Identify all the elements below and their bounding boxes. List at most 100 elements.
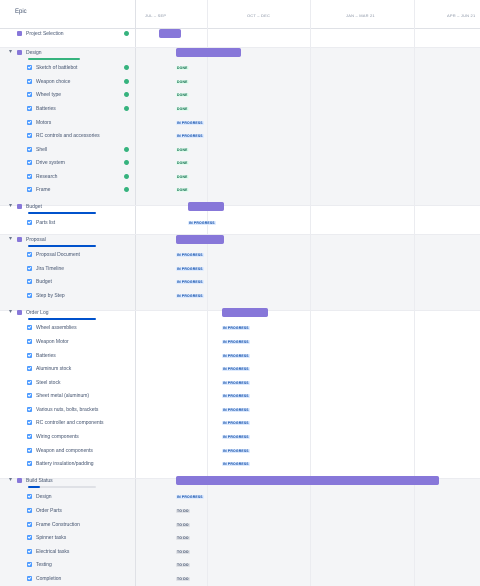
status-lozenge-in-progress[interactable]: IN PROGRESS — [176, 280, 204, 284]
status-lozenge-done[interactable]: DONE — [176, 188, 189, 192]
task-row[interactable]: Budget IN PROGRESS — [0, 276, 480, 288]
task-label[interactable]: Frame Construction — [36, 522, 80, 528]
epic-label[interactable]: Build Status — [26, 478, 53, 484]
task-label[interactable]: Step by Step — [36, 293, 65, 299]
epic-row[interactable]: ▾ Build Status — [0, 475, 480, 488]
epic-timeline-bar[interactable] — [176, 476, 439, 485]
status-lozenge-in-progress[interactable]: IN PROGRESS — [222, 449, 250, 453]
task-label[interactable]: Order Parts — [36, 508, 62, 514]
status-lozenge-done[interactable]: DONE — [176, 107, 189, 111]
chevron-down-icon[interactable]: ▾ — [9, 203, 12, 209]
task-row[interactable]: Weapon choice DONE — [0, 76, 480, 88]
task-label[interactable]: Frame — [36, 187, 50, 193]
status-lozenge-todo[interactable]: TO DO — [176, 536, 190, 540]
task-row[interactable]: Parts list IN PROGRESS — [0, 217, 480, 229]
epic-timeline-bar[interactable] — [188, 202, 224, 211]
chevron-down-icon[interactable]: ▾ — [9, 49, 12, 55]
task-label[interactable]: RC controls and accessories — [36, 133, 100, 139]
task-row[interactable]: Electrical tasks TO DO — [0, 546, 480, 558]
task-label[interactable]: Testing — [36, 562, 52, 568]
status-lozenge-in-progress[interactable]: IN PROGRESS — [222, 435, 250, 439]
status-lozenge-in-progress[interactable]: IN PROGRESS — [176, 134, 204, 138]
epic-row[interactable]: ▾ Design — [0, 47, 480, 60]
task-row[interactable]: Motors IN PROGRESS — [0, 117, 480, 129]
status-lozenge-done[interactable]: DONE — [176, 66, 189, 70]
task-label[interactable]: Batteries — [36, 353, 56, 359]
task-label[interactable]: RC controller and components — [36, 420, 104, 426]
epic-label[interactable]: Proposal — [26, 237, 46, 243]
status-lozenge-in-progress[interactable]: IN PROGRESS — [222, 354, 250, 358]
task-row[interactable]: Various nuts, bolts, brackets IN PROGRESS — [0, 404, 480, 416]
task-row[interactable]: Wiring components IN PROGRESS — [0, 431, 480, 443]
task-label[interactable]: Design — [36, 494, 52, 500]
status-lozenge-in-progress[interactable]: IN PROGRESS — [222, 367, 250, 371]
task-row[interactable]: Frame Construction TO DO — [0, 519, 480, 531]
task-row[interactable]: Drive system DONE — [0, 157, 480, 169]
task-row[interactable]: Weapon and components IN PROGRESS — [0, 445, 480, 457]
status-lozenge-done[interactable]: DONE — [176, 80, 189, 84]
epic-row[interactable]: ▾ Budget — [0, 201, 480, 214]
task-label[interactable]: Parts list — [36, 220, 55, 226]
task-label[interactable]: Jira Timeline — [36, 266, 64, 272]
task-row[interactable]: Aluminum stock IN PROGRESS — [0, 363, 480, 375]
status-lozenge-todo[interactable]: TO DO — [176, 577, 190, 581]
task-label[interactable]: Spinner tasks — [36, 535, 66, 541]
status-lozenge-todo[interactable]: TO DO — [176, 563, 190, 567]
status-lozenge-in-progress[interactable]: IN PROGRESS — [222, 421, 250, 425]
task-label[interactable]: Proposal Document — [36, 252, 80, 258]
status-lozenge-in-progress[interactable]: IN PROGRESS — [176, 267, 204, 271]
task-label[interactable]: Electrical tasks — [36, 549, 69, 555]
epic-label[interactable]: Design — [26, 50, 42, 56]
status-lozenge-done[interactable]: DONE — [176, 175, 189, 179]
task-row[interactable]: Sketch of battlebot DONE — [0, 62, 480, 74]
task-label[interactable]: Wheel assemblies — [36, 325, 77, 331]
task-label[interactable]: Weapon choice — [36, 79, 70, 85]
status-lozenge-todo[interactable]: TO DO — [176, 550, 190, 554]
task-label[interactable]: Batteries — [36, 106, 56, 112]
task-label[interactable]: Drive system — [36, 160, 65, 166]
status-lozenge-in-progress[interactable]: IN PROGRESS — [222, 381, 250, 385]
task-row[interactable]: RC controls and accessories IN PROGRESS — [0, 130, 480, 142]
task-row[interactable]: Shell DONE — [0, 144, 480, 156]
task-label[interactable]: Wiring components — [36, 434, 79, 440]
epic-label[interactable]: Project Selection — [26, 31, 64, 37]
status-lozenge-in-progress[interactable]: IN PROGRESS — [222, 462, 250, 466]
task-row[interactable]: Design IN PROGRESS — [0, 491, 480, 503]
chevron-down-icon[interactable]: ▾ — [9, 236, 12, 242]
task-label[interactable]: Shell — [36, 147, 47, 153]
task-row[interactable]: Batteries IN PROGRESS — [0, 350, 480, 362]
epic-row[interactable]: ▾ Proposal — [0, 234, 480, 247]
status-lozenge-done[interactable]: DONE — [176, 148, 189, 152]
status-lozenge-todo[interactable]: TO DO — [176, 509, 190, 513]
task-row[interactable]: Completion TO DO — [0, 573, 480, 585]
task-row[interactable]: RC controller and components IN PROGRESS — [0, 417, 480, 429]
task-label[interactable]: Sheet metal (aluminum) — [36, 393, 89, 399]
epic-timeline-bar[interactable] — [159, 29, 181, 38]
task-label[interactable]: Various nuts, bolts, brackets — [36, 407, 98, 413]
task-row[interactable]: Steel stock IN PROGRESS — [0, 377, 480, 389]
status-lozenge-in-progress[interactable]: IN PROGRESS — [176, 294, 204, 298]
task-label[interactable]: Completion — [36, 576, 61, 582]
task-label[interactable]: Motors — [36, 120, 51, 126]
status-lozenge-in-progress[interactable]: IN PROGRESS — [188, 221, 216, 225]
epic-label[interactable]: Budget — [26, 204, 42, 210]
status-lozenge-in-progress[interactable]: IN PROGRESS — [176, 121, 204, 125]
status-lozenge-done[interactable]: DONE — [176, 161, 189, 165]
task-row[interactable]: Spinner tasks TO DO — [0, 532, 480, 544]
status-lozenge-in-progress[interactable]: IN PROGRESS — [222, 394, 250, 398]
task-label[interactable]: Aluminum stock — [36, 366, 71, 372]
status-lozenge-done[interactable]: DONE — [176, 93, 189, 97]
status-lozenge-in-progress[interactable]: IN PROGRESS — [222, 408, 250, 412]
epic-timeline-bar[interactable] — [176, 235, 224, 244]
task-label[interactable]: Steel stock — [36, 380, 60, 386]
task-label[interactable]: Weapon and components — [36, 448, 93, 454]
task-row[interactable]: Research DONE — [0, 171, 480, 183]
status-lozenge-in-progress[interactable]: IN PROGRESS — [222, 326, 250, 330]
chevron-down-icon[interactable]: ▾ — [9, 477, 12, 483]
task-row[interactable]: Sheet metal (aluminum) IN PROGRESS — [0, 390, 480, 402]
task-label[interactable]: Battery insulation/padding — [36, 461, 94, 467]
task-row[interactable]: Weapon Motor IN PROGRESS — [0, 336, 480, 348]
task-row[interactable]: Step by Step IN PROGRESS — [0, 290, 480, 302]
status-lozenge-todo[interactable]: TO DO — [176, 523, 190, 527]
epic-label[interactable]: Order Log — [26, 310, 49, 316]
